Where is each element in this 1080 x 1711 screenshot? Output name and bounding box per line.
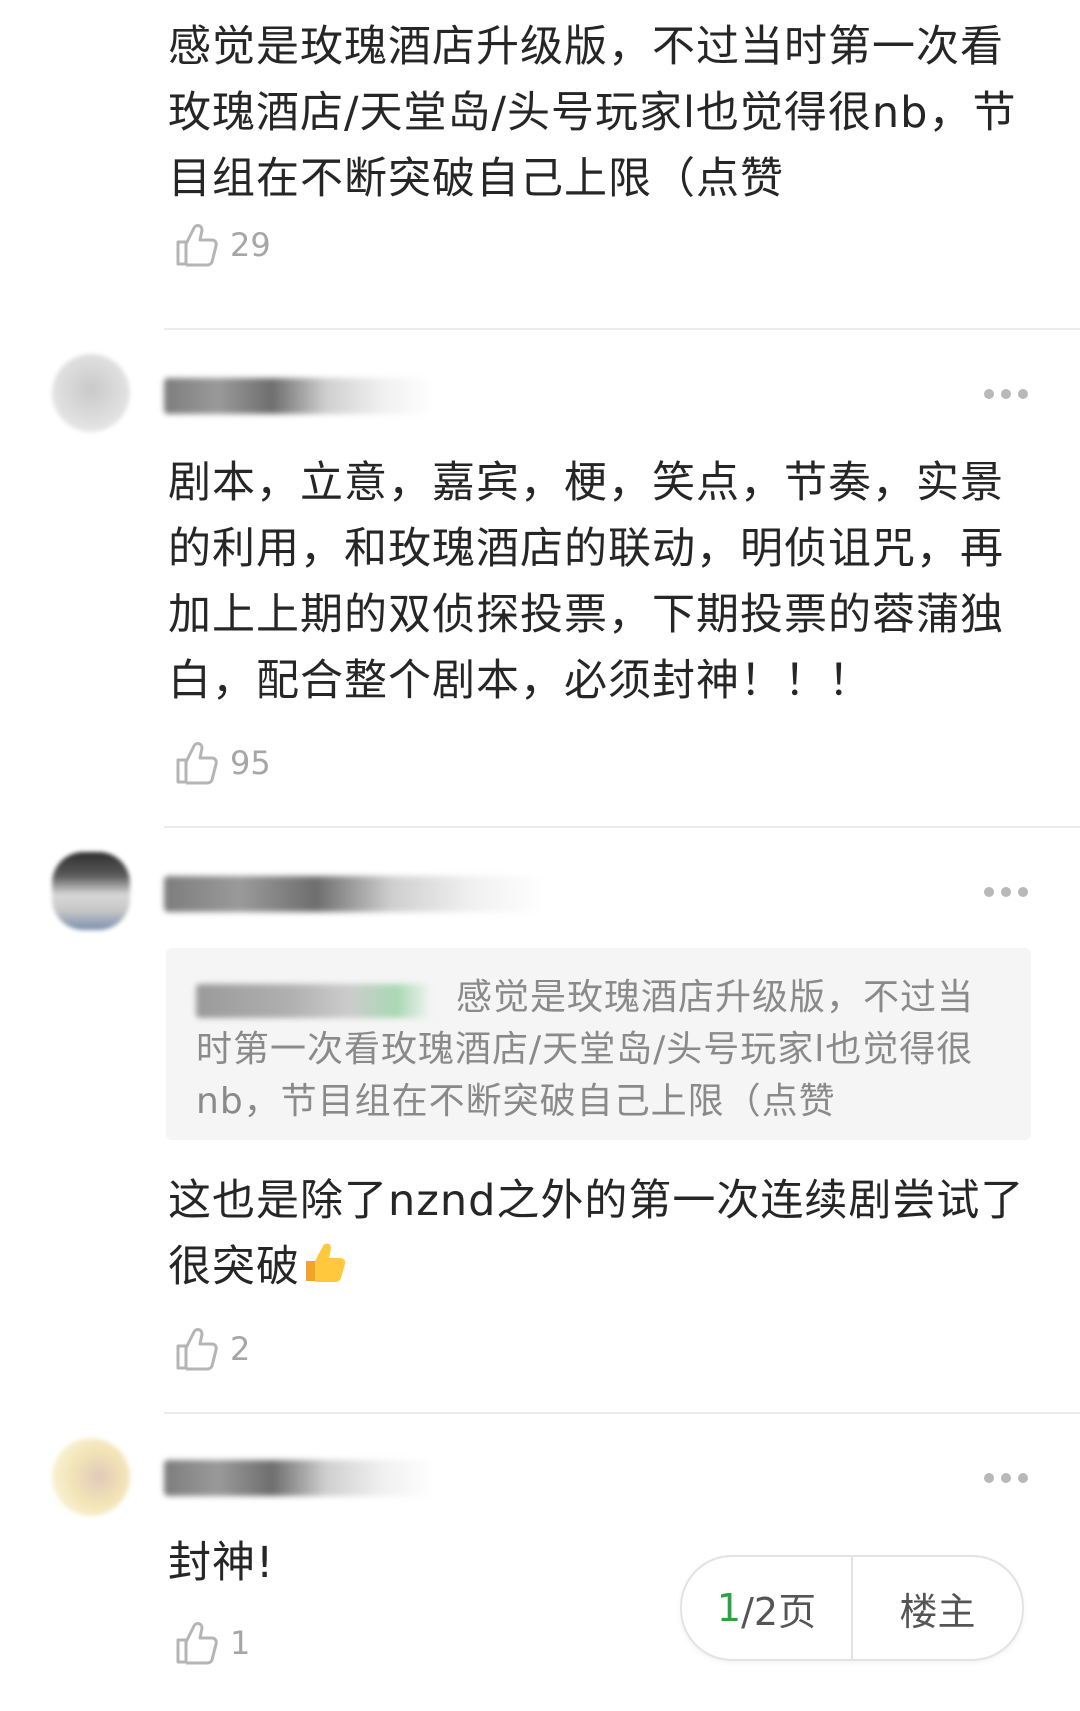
divider	[164, 328, 1080, 330]
username[interactable]	[164, 1460, 434, 1496]
avatar[interactable]	[52, 852, 130, 930]
comment-text-content: 这也是除了nznd之外的第一次连续剧尝试了很突破	[168, 1176, 1025, 1292]
like-button[interactable]: 1	[174, 1620, 250, 1666]
thumbs-up-icon	[176, 224, 218, 267]
more-icon[interactable]	[984, 389, 1028, 399]
like-count: 2	[230, 1330, 251, 1368]
page-total: /2页	[741, 1589, 817, 1634]
comment-text: 剧本，立意，嘉宾，梗，笑点，节奏，实景的利用，和玫瑰酒店的联动，明侦诅咒，再加上…	[168, 458, 1004, 706]
op-only-button[interactable]: 楼主	[853, 1557, 1022, 1659]
like-count: 1	[230, 1624, 251, 1662]
current-page: 1	[716, 1586, 742, 1630]
thumbs-up-emoji	[300, 1239, 348, 1306]
like-button[interactable]: 95	[174, 740, 271, 786]
quoted-comment[interactable]: 感觉是玫瑰酒店升级版，不过当时第一次看玫瑰酒店/天堂岛/头号玩家l也觉得很nb，…	[166, 948, 1031, 1140]
thumbs-up-icon	[176, 1622, 218, 1665]
avatar[interactable]	[52, 354, 130, 432]
more-icon[interactable]	[984, 887, 1028, 897]
avatar[interactable]	[52, 1438, 130, 1516]
username[interactable]	[164, 378, 434, 414]
more-icon[interactable]	[984, 1473, 1028, 1483]
page-navigator: 1/2页 楼主	[680, 1555, 1024, 1661]
like-count: 29	[230, 226, 271, 264]
thumbs-up-icon	[176, 742, 218, 785]
comment-text: 感觉是玫瑰酒店升级版，不过当时第一次看玫瑰酒店/天堂岛/头号玩家l也觉得很nb，…	[168, 22, 1017, 204]
comment-text: 这也是除了nznd之外的第一次连续剧尝试了很突破	[168, 1168, 1038, 1306]
page-indicator[interactable]: 1/2页	[682, 1557, 851, 1659]
quoted-text: 感觉是玫瑰酒店升级版，不过当时第一次看玫瑰酒店/天堂岛/头号玩家l也觉得很nb，…	[196, 977, 975, 1122]
divider	[164, 826, 1080, 828]
like-button[interactable]: 2	[174, 1326, 250, 1372]
username[interactable]	[164, 876, 544, 912]
thumbs-up-icon	[176, 1328, 218, 1371]
divider	[164, 1412, 1080, 1414]
like-count: 95	[230, 744, 271, 782]
like-button[interactable]: 29	[174, 222, 271, 268]
